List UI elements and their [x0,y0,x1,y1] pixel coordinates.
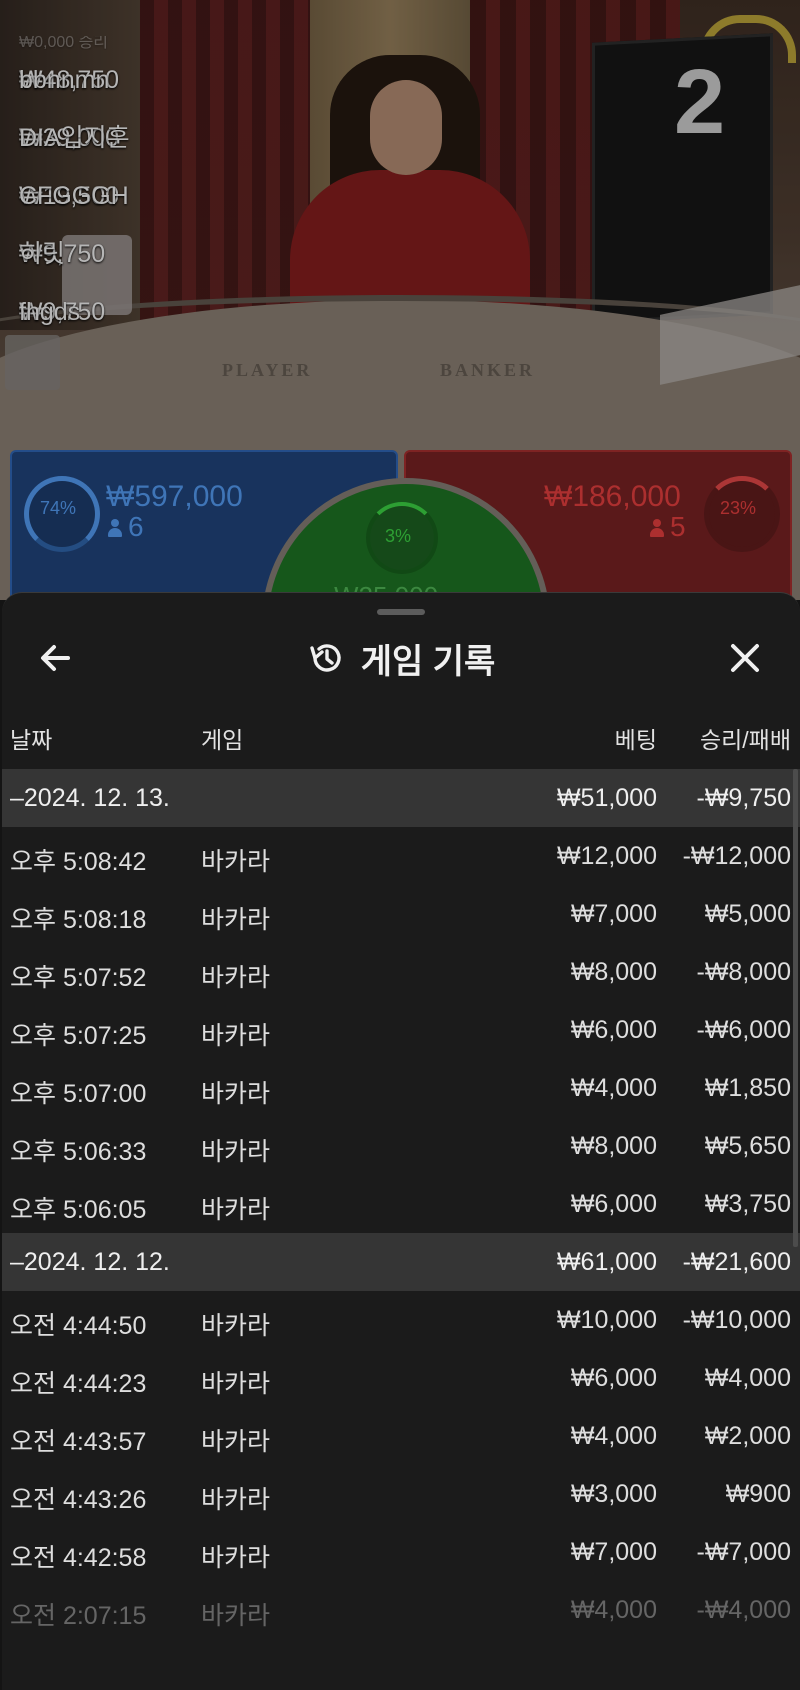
group-bet-total: ₩61,000 [556,1248,657,1276]
group-result-total: -₩9,750 [696,784,791,812]
row-bet: ₩7,000 [570,900,657,928]
row-bet: ₩4,000 [570,1596,657,1624]
row-game: 바카라 [201,1022,271,1050]
row-bet: ₩12,000 [556,842,657,870]
row-time: 오전 4:43:57 [10,1428,147,1456]
row-game: 바카라 [201,848,271,876]
row-time: 오후 5:07:52 [10,964,147,992]
row-bet: ₩4,000 [570,1074,657,1102]
row-result: -₩4,000 [696,1596,791,1624]
row-result: ₩5,000 [704,900,791,928]
row-time: 오전 4:43:26 [10,1486,147,1514]
row-bet: ₩8,000 [570,958,657,986]
row-time: 오전 2:07:15 [10,1602,147,1630]
row-result: ₩1,850 [704,1074,791,1102]
history-row[interactable]: 오후 5:07:00 바카라 ₩4,000 ₩1,850 [2,1059,800,1117]
row-game: 바카라 [201,1428,271,1456]
history-icon [310,644,341,672]
sheet-title-text: 게임 기록 [360,642,496,681]
row-bet: ₩10,000 [556,1306,657,1334]
sheet-header: 게임 기록 [2,633,800,683]
group-date: –2024. 12. 12. [10,1248,170,1276]
row-result: -₩7,000 [696,1538,791,1566]
close-icon [731,644,759,672]
row-bet: ₩8,000 [570,1132,657,1160]
row-game: 바카라 [201,1486,271,1514]
history-row[interactable]: 오후 5:07:52 바카라 ₩8,000 -₩8,000 [2,943,800,1001]
row-bet: ₩7,000 [570,1538,657,1566]
row-time: 오후 5:07:25 [10,1022,147,1050]
sheet-title: 게임 기록 [307,633,496,683]
row-bet: ₩6,000 [570,1016,657,1044]
scrollbar[interactable] [793,769,798,1247]
row-result: -₩8,000 [696,958,791,986]
row-result: ₩3,750 [704,1190,791,1218]
row-bet: ₩6,000 [570,1364,657,1392]
table-header: 날짜 게임 베팅 승리/패배 [2,721,800,753]
row-bet: ₩4,000 [570,1422,657,1450]
group-date: –2024. 12. 13. [10,784,170,812]
row-time: 오전 4:42:58 [10,1544,147,1572]
sheet-drag-handle[interactable] [377,609,425,615]
column-date: 날짜 [10,727,53,753]
row-game: 바카라 [201,1138,271,1166]
column-bet: 베팅 [614,727,657,753]
history-list[interactable]: –2024. 12. 13. ₩51,000 -₩9,750 오후 5:08:42 바카… [2,769,800,1639]
game-history-sheet: 게임 기록 날짜 게임 베팅 승리/패배 –2024. 12. 13. ₩51,0… [2,592,800,1690]
group-bet-total: ₩51,000 [556,784,657,812]
row-result: ₩5,650 [704,1132,791,1160]
history-row[interactable]: 오전 4:43:26 바카라 ₩3,000 ₩900 [2,1465,800,1523]
list-fade [2,1633,800,1690]
row-game: 바카라 [201,1080,271,1108]
row-game: 바카라 [201,1602,271,1630]
group-result-total: -₩21,600 [682,1248,791,1276]
row-game: 바카라 [201,1544,271,1572]
history-row[interactable]: 오후 5:07:25 바카라 ₩6,000 -₩6,000 [2,1001,800,1059]
column-result: 승리/패배 [699,727,791,753]
row-result: ₩900 [725,1480,791,1508]
column-game: 게임 [201,727,244,753]
row-game: 바카라 [201,1312,271,1340]
history-row[interactable]: 오전 4:44:23 바카라 ₩6,000 ₩4,000 [2,1349,800,1407]
history-row[interactable]: 오후 5:08:42 바카라 ₩12,000 -₩12,000 [2,827,800,885]
close-button[interactable] [720,633,770,683]
row-time: 오후 5:08:42 [10,848,147,876]
row-time: 오후 5:07:00 [10,1080,147,1108]
history-row[interactable]: 오전 4:44:50 바카라 ₩10,000 -₩10,000 [2,1291,800,1349]
row-game: 바카라 [201,906,271,934]
row-bet: ₩6,000 [570,1190,657,1218]
row-time: 오후 5:06:33 [10,1138,147,1166]
row-time: 오후 5:06:05 [10,1196,147,1224]
history-row[interactable]: 오전 4:42:58 바카라 ₩7,000 -₩7,000 [2,1523,800,1581]
row-result: -₩6,000 [696,1016,791,1044]
video-dim-overlay [0,0,800,600]
date-group-row[interactable]: –2024. 12. 12. ₩61,000 -₩21,600 [2,1233,800,1291]
row-result: -₩12,000 [682,842,791,870]
row-time: 오전 4:44:23 [10,1370,147,1398]
row-bet: ₩3,000 [570,1480,657,1508]
date-group-row[interactable]: –2024. 12. 13. ₩51,000 -₩9,750 [2,769,800,827]
row-result: ₩4,000 [704,1364,791,1392]
row-game: 바카라 [201,1196,271,1224]
row-game: 바카라 [201,964,271,992]
row-time: 오후 5:08:18 [10,906,147,934]
row-game: 바카라 [201,1370,271,1398]
row-result: ₩2,000 [704,1422,791,1450]
history-row[interactable]: 오전 2:07:15 바카라 ₩4,000 -₩4,000 [2,1581,800,1639]
history-row[interactable]: 오후 5:06:05 바카라 ₩6,000 ₩3,750 [2,1175,800,1233]
history-row[interactable]: 오후 5:06:33 바카라 ₩8,000 ₩5,650 [2,1117,800,1175]
history-row[interactable]: 오전 4:43:57 바카라 ₩4,000 ₩2,000 [2,1407,800,1465]
row-time: 오전 4:44:50 [10,1312,147,1340]
history-row[interactable]: 오후 5:08:18 바카라 ₩7,000 ₩5,000 [2,885,800,943]
row-result: -₩10,000 [682,1306,791,1334]
